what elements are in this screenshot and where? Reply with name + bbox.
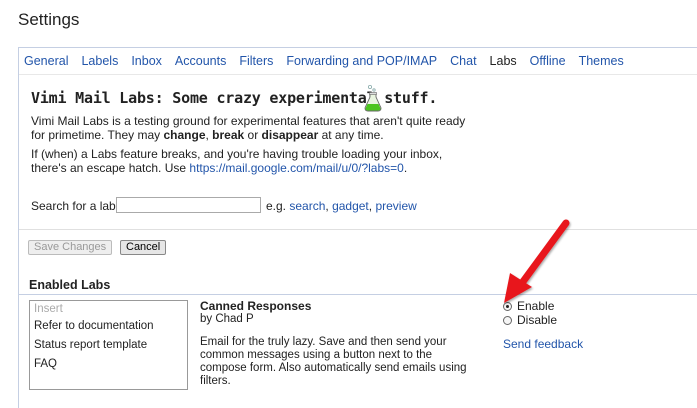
intro-break: break xyxy=(212,128,245,142)
eg-label: e.g. xyxy=(266,199,287,213)
list-item[interactable]: FAQ xyxy=(34,355,187,374)
tab-forwarding[interactable]: Forwarding and POP/IMAP xyxy=(286,54,437,68)
tab-accounts[interactable]: Accounts xyxy=(175,54,226,68)
labs-intro: Vimi Mail Labs is a testing ground for e… xyxy=(31,114,481,142)
example-search-link[interactable]: search xyxy=(289,199,325,213)
escape-end: . xyxy=(403,161,408,175)
escape-hatch-link[interactable]: https://mail.google.com/mail/u/0/?labs=0 xyxy=(189,161,403,175)
settings-tabs: General Labels Inbox Accounts Filters Fo… xyxy=(18,47,697,74)
tab-chat[interactable]: Chat xyxy=(450,54,476,68)
enabled-labs-heading: Enabled Labs xyxy=(29,278,111,292)
search-label: Search for a lab: xyxy=(31,199,120,213)
disable-radio[interactable] xyxy=(503,315,512,325)
list-item[interactable]: Status report template xyxy=(34,336,187,355)
list-item[interactable]: Refer to documentation xyxy=(34,317,187,336)
lab-title: Canned Responses xyxy=(200,299,312,313)
cancel-button[interactable]: Cancel xyxy=(120,240,167,255)
tab-filters[interactable]: Filters xyxy=(239,54,273,68)
disable-option[interactable]: Disable xyxy=(503,313,557,327)
disable-label: Disable xyxy=(517,313,558,327)
lab-author: by Chad P xyxy=(200,313,254,325)
page-title: Settings xyxy=(18,10,80,29)
tab-offline[interactable]: Offline xyxy=(530,54,566,68)
escape-hatch-text: If (when) a Labs feature breaks, and you… xyxy=(31,147,481,175)
example-gadget-link[interactable]: gadget xyxy=(332,199,369,213)
intro-end: at any time. xyxy=(318,128,384,142)
tab-labs[interactable]: Labs xyxy=(483,48,523,73)
tab-themes[interactable]: Themes xyxy=(579,54,624,68)
lab-search-input[interactable] xyxy=(116,197,261,213)
intro-change: change xyxy=(163,128,206,142)
enabled-labs-divider xyxy=(19,294,697,295)
tab-divider xyxy=(19,74,697,75)
section-divider xyxy=(19,229,697,230)
tab-inbox[interactable]: Inbox xyxy=(131,54,162,68)
search-examples: e.g. search, gadget, preview xyxy=(266,199,417,213)
list-item[interactable]: Insert xyxy=(34,301,187,317)
send-feedback-link[interactable]: Send feedback xyxy=(503,337,583,351)
tab-labels[interactable]: Labels xyxy=(81,54,118,68)
tab-general[interactable]: General xyxy=(24,54,68,68)
intro-disappear: disappear xyxy=(261,128,319,142)
example-preview-link[interactable]: preview xyxy=(375,199,416,213)
canned-responses-list[interactable]: Insert Refer to documentation Status rep… xyxy=(29,300,188,390)
lab-description: Email for the truly lazy. Save and then … xyxy=(200,336,467,387)
flask-icon xyxy=(363,84,383,117)
red-arrow-annotation xyxy=(500,215,580,315)
save-changes-button[interactable]: Save Changes xyxy=(28,240,113,255)
intro-sep: or xyxy=(244,128,262,142)
